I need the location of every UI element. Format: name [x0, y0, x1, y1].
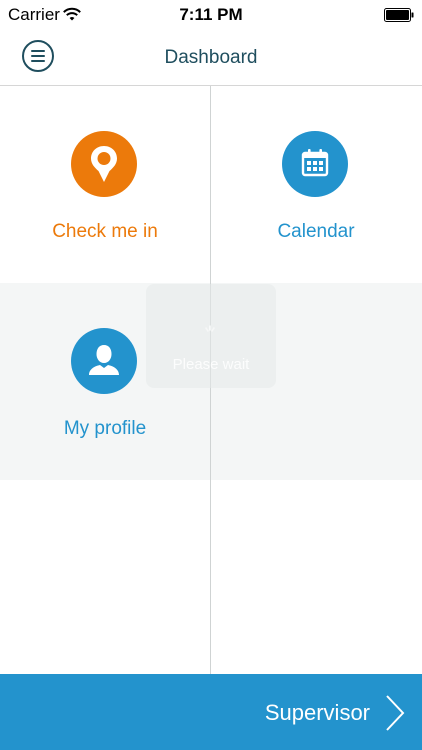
dashboard-screen: Carrier 7:11 PM Dashboard Check me in Ca… [0, 0, 422, 750]
page-title: Dashboard [164, 47, 258, 68]
user-profile-icon [71, 328, 137, 394]
tile-label: Calendar [277, 221, 355, 242]
tile-label: My profile [63, 418, 147, 439]
supervisor-label: Supervisor [264, 700, 370, 725]
calendar-icon [282, 131, 348, 197]
tile-label: Check me in [52, 221, 158, 242]
loading-overlay: Please wait [146, 284, 276, 388]
battery-icon [384, 8, 414, 22]
clock-time: 7:11 PM [179, 5, 243, 24]
tile-check-me-in[interactable]: Check me in [0, 86, 210, 283]
status-bar: Carrier 7:11 PM [0, 0, 422, 30]
nav-bar: Dashboard [0, 30, 422, 86]
spinner-icon [205, 325, 215, 332]
loading-message: Please wait [172, 356, 250, 373]
supervisor-button[interactable]: Supervisor [0, 674, 422, 750]
tile-calendar[interactable]: Calendar [211, 86, 421, 283]
chevron-right-icon [386, 695, 405, 731]
location-pin-icon [71, 131, 137, 197]
